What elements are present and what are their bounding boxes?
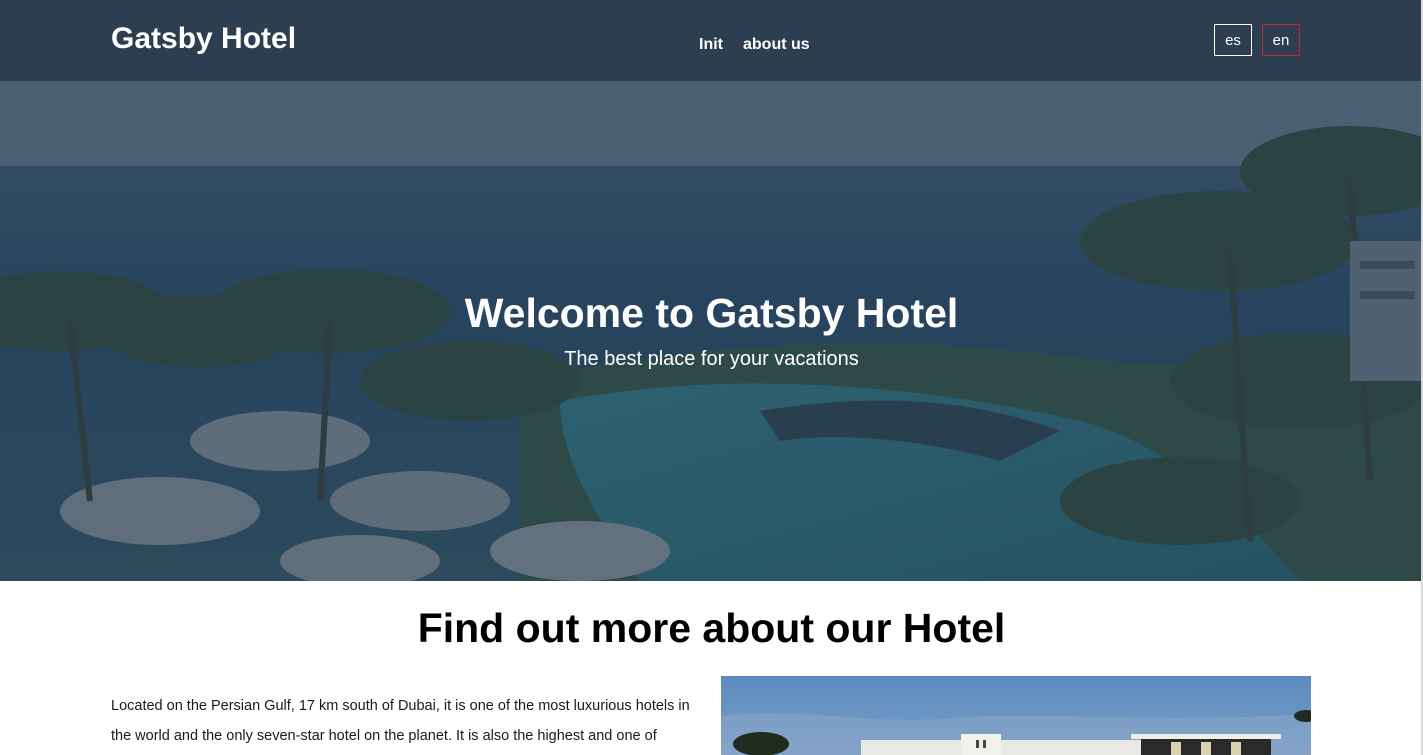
about-description: Located on the Persian Gulf, 17 km south…	[111, 698, 690, 744]
language-en-button[interactable]: en	[1262, 24, 1300, 56]
nav-link-init[interactable]: Init	[699, 34, 723, 56]
hero-subtitle: The best place for your vacations	[564, 348, 859, 370]
main-nav: Init about us	[699, 34, 810, 56]
nav-link-about-us[interactable]: about us	[743, 34, 810, 56]
hero-banner: Welcome to Gatsby Hotel The best place f…	[0, 81, 1423, 581]
hero-title: Welcome to Gatsby Hotel	[464, 290, 959, 337]
language-es-button[interactable]: es	[1214, 24, 1252, 56]
hotel-photo	[721, 676, 1311, 755]
hotel-building-image	[721, 676, 1311, 755]
brand-logo-link[interactable]: Gatsby Hotel	[111, 21, 296, 57]
about-section-title: Find out more about our Hotel	[417, 605, 1006, 651]
site-header: Gatsby Hotel Init about us es en	[0, 0, 1423, 81]
